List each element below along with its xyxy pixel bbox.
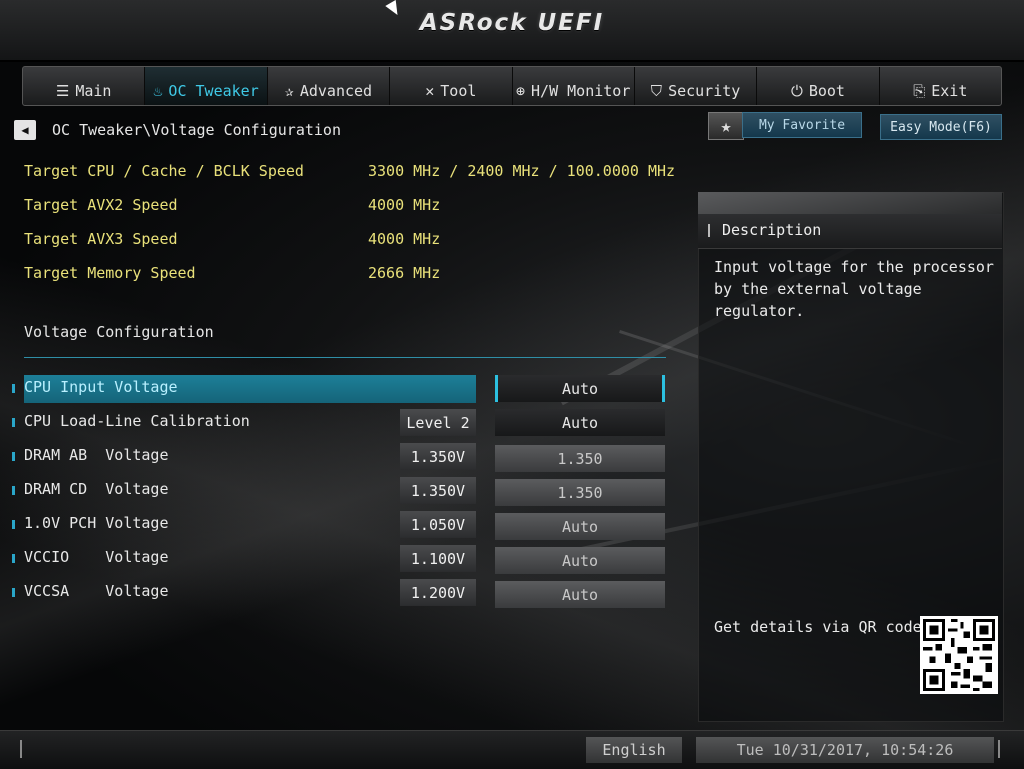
- favorite-star-icon[interactable]: ★: [708, 112, 744, 140]
- info-label-avx2-speed: Target AVX2 Speed: [24, 196, 178, 214]
- tab-tool[interactable]: ✕ Tool: [390, 67, 513, 105]
- row-marker: [12, 520, 15, 529]
- setting-row-cpu-llc[interactable]: CPU Load-Line Calibration Level 2 Auto: [10, 409, 666, 436]
- info-label-memory-speed: Target Memory Speed: [24, 264, 196, 282]
- star-icon: ✰: [284, 82, 294, 100]
- setting-current-value: 1.200V: [400, 579, 476, 606]
- info-value-cpu-speed: 3300 MHz / 2400 MHz / 100.0000 MHz: [368, 162, 676, 180]
- monitor-icon: ⊕: [516, 82, 526, 100]
- row-marker: [12, 486, 15, 495]
- breadcrumb: OC Tweaker\Voltage Configuration: [52, 121, 341, 139]
- info-value-memory-speed: 2666 MHz: [368, 264, 441, 282]
- tab-label: Main: [75, 82, 112, 100]
- section-title: Voltage Configuration: [24, 323, 214, 341]
- setting-value-select[interactable]: Auto: [495, 409, 665, 436]
- asrock-uefi-logo: ASRock UEFI: [419, 10, 605, 36]
- tab-oc-tweaker[interactable]: ♨ OC Tweaker: [145, 67, 268, 105]
- flame-icon: ♨: [153, 82, 163, 100]
- info-value-avx2-speed: 4000 MHz: [368, 196, 441, 214]
- tab-label: Security: [668, 82, 741, 100]
- setting-label: DRAM AB Voltage: [24, 446, 169, 464]
- info-value-avx3-speed: 4000 MHz: [368, 230, 441, 248]
- description-marker: [708, 224, 710, 237]
- tools-icon: ✕: [425, 82, 435, 100]
- info-label-avx3-speed: Target AVX3 Speed: [24, 230, 178, 248]
- qr-code-label: Get details via QR code: [714, 618, 922, 636]
- tab-security[interactable]: ⛉ Security: [635, 67, 758, 105]
- section-divider: [24, 357, 666, 358]
- setting-value-input[interactable]: 1.350: [495, 479, 665, 506]
- info-label-cpu-speed: Target CPU / Cache / BCLK Speed: [24, 162, 304, 180]
- power-icon: ⏻: [790, 82, 803, 100]
- setting-current-value: 1.350V: [400, 477, 476, 504]
- setting-value-input[interactable]: Auto: [495, 581, 665, 608]
- setting-current-value: 1.100V: [400, 545, 476, 572]
- tab-main[interactable]: ☰ Main: [23, 67, 146, 105]
- setting-row-cpu-input-voltage[interactable]: CPU Input Voltage Auto: [10, 375, 666, 403]
- row-marker: [12, 384, 15, 393]
- footer-right-marker: [998, 740, 1000, 758]
- setting-row-pch-voltage[interactable]: 1.0V PCH Voltage 1.050V Auto: [10, 511, 666, 540]
- tab-label: H/W Monitor: [531, 82, 631, 100]
- back-button[interactable]: ◀: [14, 120, 36, 140]
- setting-value-input[interactable]: 1.350: [495, 445, 665, 472]
- back-arrow-icon: ◀: [21, 123, 29, 137]
- shield-icon: ⛉: [650, 82, 663, 100]
- tab-hw-monitor[interactable]: ⊕ H/W Monitor: [513, 67, 635, 105]
- setting-current-value: Level 2: [400, 409, 476, 436]
- row-marker: [12, 554, 15, 563]
- tab-label: Tool: [440, 82, 477, 100]
- footer-left-marker: [20, 740, 22, 758]
- tab-boot[interactable]: ⏻ Boot: [757, 67, 880, 105]
- setting-label: CPU Input Voltage: [24, 378, 178, 396]
- setting-label: 1.0V PCH Voltage: [24, 514, 169, 532]
- tab-label: OC Tweaker: [168, 82, 259, 100]
- tab-advanced[interactable]: ✰ Advanced: [268, 67, 391, 105]
- tab-label: Advanced: [299, 82, 373, 100]
- row-marker: [12, 418, 15, 427]
- setting-value-input[interactable]: Auto: [495, 513, 665, 540]
- list-icon: ☰: [55, 82, 70, 100]
- setting-current-value: 1.350V: [400, 443, 476, 470]
- main-tab-bar: ☰ Main ♨ OC Tweaker ✰ Advanced ✕ Tool ⊕ …: [22, 66, 1002, 106]
- setting-label: VCCSA Voltage: [24, 582, 169, 600]
- setting-label: CPU Load-Line Calibration: [24, 412, 250, 430]
- row-marker: [12, 588, 15, 597]
- tab-label: Exit: [931, 82, 968, 100]
- tab-exit[interactable]: ⎘ Exit: [880, 67, 1001, 105]
- description-title: Description: [722, 221, 822, 239]
- setting-label: DRAM CD Voltage: [24, 480, 169, 498]
- language-button[interactable]: English: [586, 737, 682, 763]
- setting-row-dram-ab-voltage[interactable]: DRAM AB Voltage 1.350V 1.350: [10, 443, 666, 472]
- row-marker: [12, 452, 15, 461]
- easy-mode-button[interactable]: Easy Mode(F6): [880, 114, 1002, 140]
- setting-label: VCCIO Voltage: [24, 548, 169, 566]
- datetime-display: Tue 10/31/2017, 10:54:26: [696, 737, 994, 763]
- description-panel-cap: [698, 192, 1002, 214]
- tab-label: Boot: [808, 82, 845, 100]
- qr-code-image: [920, 616, 998, 694]
- setting-row-vccsa-voltage[interactable]: VCCSA Voltage 1.200V Auto: [10, 579, 666, 608]
- setting-value-select[interactable]: Auto: [495, 375, 665, 402]
- header-bar: ASRock UEFI: [0, 0, 1024, 62]
- exit-icon: ⎘: [913, 82, 926, 100]
- setting-row-vccio-voltage[interactable]: VCCIO Voltage 1.100V Auto: [10, 545, 666, 574]
- description-text: Input voltage for the processor by the e…: [714, 258, 994, 320]
- setting-value-input[interactable]: Auto: [495, 547, 665, 574]
- setting-current-value: 1.050V: [400, 511, 476, 538]
- setting-row-dram-cd-voltage[interactable]: DRAM CD Voltage 1.350V 1.350: [10, 477, 666, 506]
- my-favorite-button[interactable]: My Favorite: [742, 112, 862, 138]
